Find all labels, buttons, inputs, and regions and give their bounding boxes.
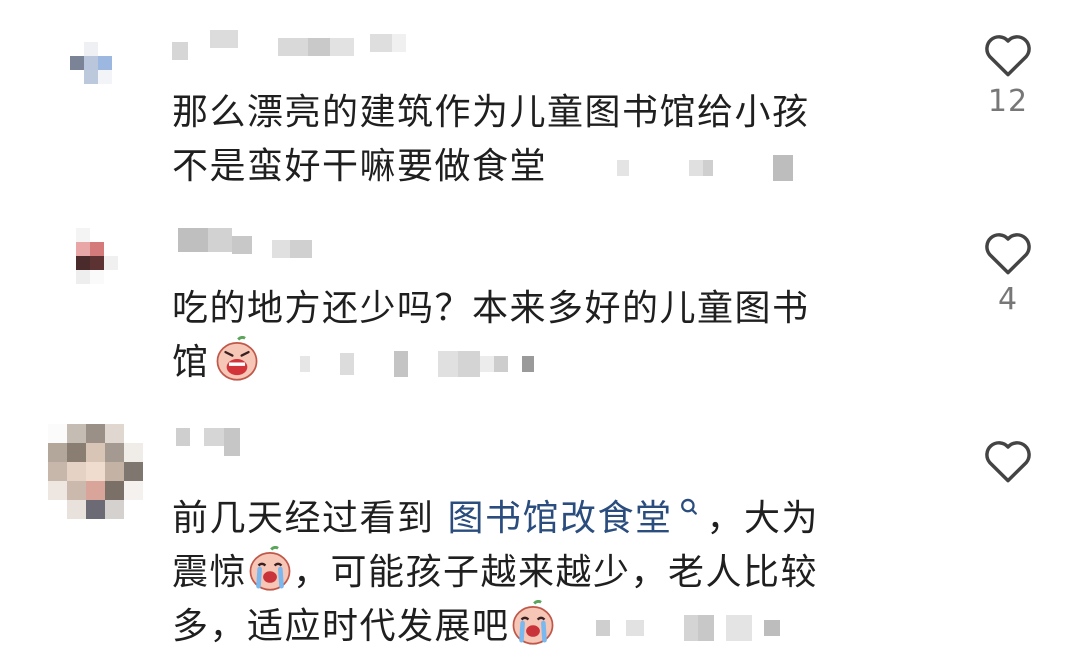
comment-text-line: 馆 — [172, 336, 892, 390]
comment-text-line: 多，适应时代发展吧 — [172, 600, 892, 654]
screaming-face-emoji — [216, 336, 257, 381]
crying-face-emoji — [512, 600, 553, 645]
comment-meta — [299, 351, 534, 377]
comment-text-line: 不是蛮好干嘛要做食堂 — [172, 140, 892, 194]
like-control[interactable]: 12 — [980, 30, 1036, 119]
comment-text-segment: ，可能孩子越来越少，老人比较 — [293, 552, 819, 593]
comment-text-segment: ，大为 — [706, 498, 819, 539]
username[interactable] — [176, 428, 240, 456]
username[interactable] — [172, 30, 406, 60]
heart-outline-icon[interactable] — [982, 30, 1034, 78]
like-count: 4 — [997, 282, 1019, 317]
avatar[interactable] — [62, 228, 118, 284]
comment-meta — [617, 155, 794, 181]
comment-text-line: 前几天经过看到 图书馆改食堂 ，大为 — [172, 492, 892, 546]
avatar[interactable] — [48, 424, 143, 519]
comment-text: 前几天经过看到 图书馆改食堂 ，大为 震惊 ，可能孩子越来越少，老人比较 多，适… — [172, 492, 892, 654]
comment-text: 那么漂亮的建筑作为儿童图书馆给小孩 不是蛮好干嘛要做食堂 — [172, 86, 892, 194]
like-count: 12 — [987, 84, 1029, 119]
heart-outline-icon[interactable] — [982, 228, 1034, 276]
avatar[interactable] — [70, 42, 112, 84]
crying-face-emoji — [249, 546, 291, 591]
username[interactable] — [178, 228, 312, 258]
heart-outline-icon[interactable] — [982, 436, 1034, 484]
like-control[interactable] — [980, 436, 1036, 490]
comment-text-segment: 多，适应时代发展吧 — [172, 606, 510, 647]
search-icon[interactable] — [672, 494, 706, 524]
comment-text-segment: 震惊 — [172, 552, 248, 593]
comment-text-line: 震惊 ，可能孩子越来越少，老人比较 — [172, 546, 892, 600]
comment-text-line: 那么漂亮的建筑作为儿童图书馆给小孩 — [172, 92, 810, 133]
like-control[interactable]: 4 — [980, 228, 1036, 317]
comment-text-line: 吃的地方还少吗？本来多好的儿童图书 — [172, 288, 810, 329]
comment-text: 吃的地方还少吗？本来多好的儿童图书 馆 — [172, 282, 892, 390]
comment-text-segment: 前几天经过看到 — [172, 498, 448, 539]
comment-text-segment: 馆 — [172, 342, 210, 383]
comment-meta — [595, 615, 780, 641]
topic-link[interactable]: 图书馆改食堂 — [447, 498, 672, 539]
comment-text-segment: 不是蛮好干嘛要做食堂 — [172, 146, 548, 187]
